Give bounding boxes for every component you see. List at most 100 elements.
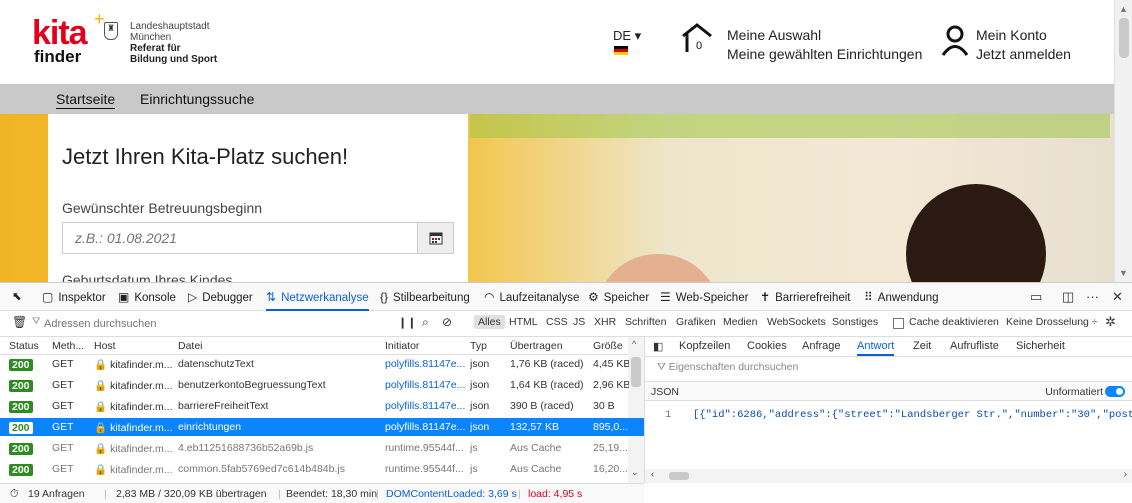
settings-gear-icon[interactable]: ✲ [1105, 314, 1116, 330]
raw-toggle[interactable] [1105, 386, 1125, 397]
tab-application[interactable]: ⠿ Anwendung [864, 283, 939, 311]
filter-html[interactable]: HTML [509, 316, 538, 328]
request-row[interactable]: 200 GET 🔒 kitafinder.m... datenschutzText pol… [0, 355, 644, 373]
request-transferred: 1,64 KB (raced) [510, 379, 584, 391]
filter-all[interactable]: Alles [474, 315, 505, 329]
request-row[interactable]: 200 GET 🔒 kitafinder.m... barriereFreiheitTe… [0, 397, 644, 415]
filter-css[interactable]: CSS [546, 316, 568, 328]
kitafinder-logo[interactable]: kita + finder [32, 10, 105, 72]
tab-style-editor[interactable]: {} Stilbearbeitung [380, 283, 470, 311]
block-icon[interactable]: ⊘ [442, 315, 452, 329]
tab-stack-trace[interactable]: Aufrufliste [950, 340, 999, 352]
start-date-input[interactable] [63, 223, 417, 253]
search-icon[interactable]: ⌕ [422, 315, 429, 330]
tab-inspector[interactable]: ▢ Inspektor [42, 283, 106, 311]
nav-home[interactable]: Startseite [56, 91, 116, 109]
calendar-icon[interactable] [417, 223, 453, 253]
col-method[interactable]: Meth... [52, 340, 84, 352]
col-transferred[interactable]: Übertragen [510, 340, 563, 352]
cache-checkbox[interactable] [893, 318, 904, 329]
filter-xhr[interactable]: XHR [594, 316, 616, 328]
devtools-toolbar: ⬉ ▢ Inspektor ▣ Konsole ▷ Debugger ⇅ Netzwer… [0, 283, 1132, 311]
request-row[interactable]: 200 GET 🔒 kitafinder.m... einrichtungen polyf… [0, 418, 644, 436]
more-icon[interactable]: ··· [1086, 283, 1099, 311]
tab-response[interactable]: Antwort [857, 340, 895, 356]
request-type: js [470, 442, 478, 454]
responsive-icon[interactable]: ▭ [1030, 283, 1042, 311]
url-filter-input[interactable] [28, 314, 388, 334]
selection-title: Meine Auswahl [727, 27, 822, 43]
tab-accessibility[interactable]: ✝ Barrierefreiheit [760, 283, 850, 311]
user-icon[interactable] [941, 24, 969, 56]
request-row[interactable]: 200 GET 🔒 kitafinder.m... benutzerkontoBegru… [0, 376, 644, 394]
reload-timer-icon[interactable]: ⏱ [10, 488, 19, 501]
filter-images[interactable]: Grafiken [676, 316, 716, 328]
chevron-right-icon[interactable]: › [1124, 469, 1127, 480]
filter-media[interactable]: Medien [723, 316, 757, 328]
collapse-panel-icon[interactable]: ◧ [653, 340, 663, 353]
pause-icon[interactable]: ❙❙ [398, 316, 416, 329]
tab-network[interactable]: ⇅ Netzwerkanalyse [266, 283, 369, 311]
lock-icon: 🔒 [94, 443, 108, 455]
tab-headers[interactable]: Kopfzeilen [679, 340, 730, 352]
filter-fonts[interactable]: Schriften [625, 316, 666, 328]
tab-console[interactable]: ▣ Konsole [118, 283, 176, 311]
props-filter[interactable]: ⛛ Eigenschaften durchsuchen [657, 361, 798, 374]
request-row[interactable]: 200 GET 🔒 kitafinder.m... common.5fab5769ed7… [0, 460, 644, 478]
language-selector[interactable]: DE ▾ [613, 28, 641, 44]
scroll-down-icon[interactable]: ▼ [1119, 268, 1128, 278]
close-icon[interactable]: ✕ [1112, 283, 1123, 311]
filter-websockets[interactable]: WebSockets [767, 316, 826, 328]
json-text[interactable]: [{"id":6286,"address":{"street":"Landsbe… [693, 409, 1132, 421]
scroll-up-icon[interactable]: ^ [632, 339, 636, 349]
throttle-select[interactable]: Keine Drosselung ÷ [1006, 316, 1098, 328]
tab-timings[interactable]: Zeit [913, 340, 931, 352]
tab-security[interactable]: Sicherheit [1016, 340, 1065, 352]
details-hscrollbar[interactable]: ‹ › [645, 469, 1132, 483]
tab-label: Barrierefreiheit [775, 292, 851, 304]
page-scroll-thumb[interactable] [1119, 18, 1129, 58]
dock-icon[interactable]: ◫ [1062, 283, 1074, 311]
request-table-header: Status Meth... Host Datei Initiator Typ … [0, 337, 644, 355]
scroll-up-icon[interactable]: ▲ [1119, 4, 1128, 14]
request-file: benutzerkontoBegruessungText [178, 379, 326, 391]
page-scrollbar[interactable]: ▲ ▼ [1114, 0, 1132, 282]
my-selection-link[interactable]: Meine Auswahl Meine gewählten Einrichtun… [727, 26, 922, 64]
tab-debugger[interactable]: ▷ Debugger [188, 283, 253, 311]
devtools-panel: ⬉ ▢ Inspektor ▣ Konsole ▷ Debugger ⇅ Netzwer… [0, 282, 1132, 503]
filter-other[interactable]: Sonstiges [832, 316, 878, 328]
lock-icon: 🔒 [94, 380, 108, 392]
braces-icon: {} [380, 290, 389, 304]
site-header: kita + finder ♜ Landeshauptstadt München… [0, 0, 1114, 84]
col-size[interactable]: Größe [593, 340, 623, 352]
details-scroll-thumb[interactable] [669, 472, 689, 480]
col-status[interactable]: Status [9, 340, 39, 352]
tab-request[interactable]: Anfrage [802, 340, 841, 352]
request-method: GET [52, 463, 74, 475]
col-type[interactable]: Typ [470, 340, 487, 352]
tab-performance[interactable]: ◠ Laufzeitanalyse [484, 283, 579, 311]
status-separator: | [104, 488, 107, 500]
german-flag-icon [614, 46, 628, 55]
tab-cookies[interactable]: Cookies [747, 340, 787, 352]
tab-memory[interactable]: ⚙ Speicher [588, 283, 649, 311]
request-method: GET [52, 379, 74, 391]
request-initiator: polyfills.81147e... [385, 379, 465, 391]
network-toolbar: 🗑 ⛛ ❙❙ ⌕ ⊘ Alles HTML CSS JS XHR Schrift… [0, 311, 1132, 337]
trash-icon[interactable]: 🗑 [12, 315, 27, 329]
house-icon[interactable]: 0 [680, 22, 714, 54]
tab-storage[interactable]: ☰ Web-Speicher [660, 283, 748, 311]
col-initiator[interactable]: Initiator [385, 340, 419, 352]
start-date-label: Gewünschter Betreuungsbeginn [62, 200, 263, 216]
tab-label: Konsole [134, 292, 176, 304]
element-picker-icon[interactable]: ⬉ [12, 283, 22, 311]
request-host: 🔒 kitafinder.m... [94, 463, 173, 476]
debugger-icon: ▷ [188, 290, 198, 304]
col-file[interactable]: Datei [178, 340, 203, 352]
request-row[interactable]: 200 GET 🔒 kitafinder.m... 4.eb11251688736b52… [0, 439, 644, 457]
chevron-left-icon[interactable]: ‹ [651, 469, 654, 480]
col-host[interactable]: Host [94, 340, 116, 352]
my-account-link[interactable]: Mein Konto Jetzt anmelden [976, 26, 1071, 64]
nav-facility-search[interactable]: Einrichtungssuche [140, 91, 254, 107]
filter-js[interactable]: JS [573, 316, 585, 328]
